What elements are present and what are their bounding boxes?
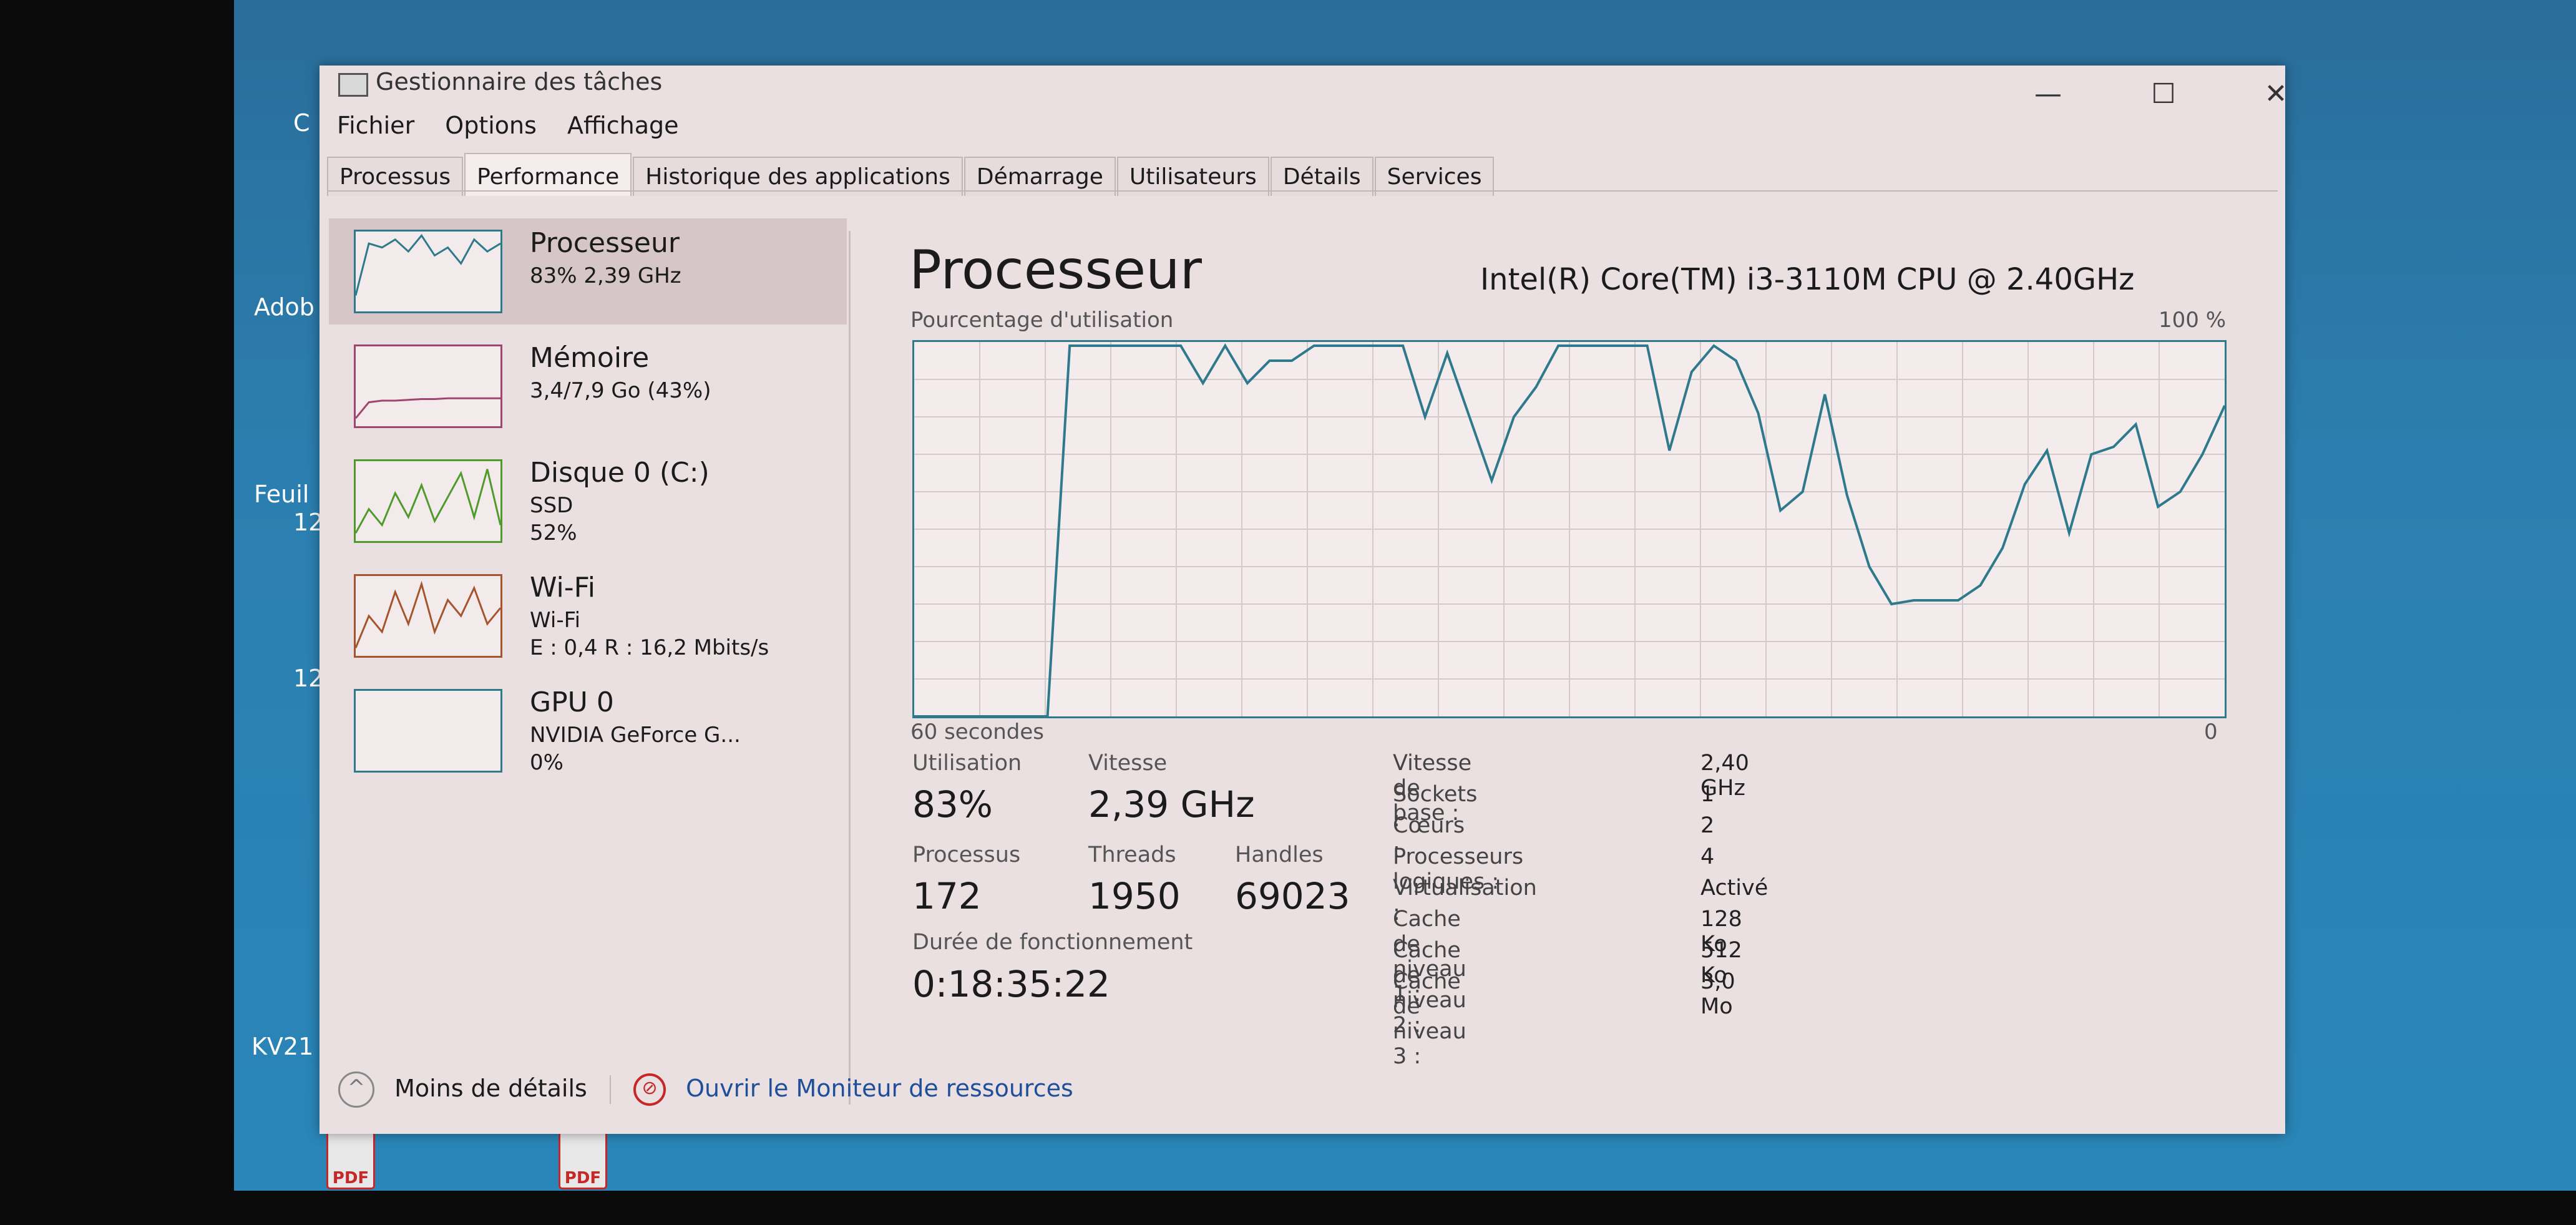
sidebar-splitter[interactable] — [849, 231, 851, 1105]
chart-title: Pourcentage d'utilisation — [910, 308, 1174, 333]
cpu-sparkline — [354, 230, 502, 313]
sparkline-trace — [356, 580, 500, 648]
sidebar-item-cpu[interactable]: Processeur 83% 2,39 GHz — [329, 218, 847, 325]
sparkline-trace — [356, 469, 500, 534]
sparkline-trace — [356, 397, 500, 419]
maximize-button[interactable]: ☐ — [2142, 78, 2185, 110]
sidebar-item-title: GPU 0 — [530, 686, 614, 718]
pdf-label: PDF — [564, 1169, 602, 1188]
sidebar-item-memory[interactable]: Mémoire 3,4/7,9 Go (43%) — [329, 333, 847, 439]
sidebar-item-title: Mémoire — [530, 342, 650, 374]
threads-value: 1950 — [1088, 875, 1181, 917]
cpu-model-name: Intel(R) Core(TM) i3-3110M CPU @ 2.40GHz — [1480, 262, 2135, 297]
resource-sidebar: Processeur 83% 2,39 GHz Mémoire 3,4/7,9 … — [329, 218, 847, 793]
footer-divider — [609, 1075, 611, 1104]
sidebar-item-detail: SSD — [530, 493, 573, 518]
utilisation-value: 83% — [912, 783, 993, 826]
menu-options[interactable]: Options — [445, 112, 537, 139]
uptime-label: Durée de fonctionnement — [912, 930, 1193, 955]
sidebar-item-detail: 3,4/7,9 Go (43%) — [530, 378, 711, 403]
vitesse-label: Vitesse — [1088, 751, 1168, 776]
pdf-file-icon[interactable]: PDF — [559, 1130, 607, 1189]
disk-sparkline — [354, 459, 502, 543]
sidebar-item-title: Wi-Fi — [530, 572, 595, 603]
sidebar-item-detail: 83% 2,39 GHz — [530, 263, 681, 288]
menu-view[interactable]: Affichage — [567, 112, 679, 139]
sidebar-item-detail: E : 0,4 R : 16,2 Mbits/s — [530, 635, 769, 660]
title-bar[interactable]: Gestionnaire des tâches — ☐ ✕ — [320, 66, 2287, 110]
window-title: Gestionnaire des tâches — [376, 68, 663, 95]
sidebar-item-detail: Wi-Fi — [530, 608, 581, 633]
menu-file[interactable]: Fichier — [337, 112, 414, 139]
tab-performance[interactable]: Performance — [464, 153, 632, 196]
tab-bar: Processus Performance Historique des appli… — [327, 153, 1495, 196]
sparkline-trace — [356, 233, 500, 296]
desktop-icon-label[interactable]: Feuil — [254, 481, 309, 508]
chart-max-label: 100 % — [2158, 308, 2226, 333]
handles-value: 69023 — [1235, 875, 1350, 917]
sidebar-item-disk[interactable]: Disque 0 (C:) SSD 52% — [329, 448, 847, 554]
chart-time-span: 60 secondes — [910, 720, 1044, 744]
uptime-value: 0:18:35:22 — [912, 963, 1110, 1005]
sidebar-item-title: Processeur — [530, 227, 680, 259]
property-value: 1 — [1700, 782, 1715, 807]
property-value: 4 — [1700, 844, 1715, 869]
minimize-button[interactable]: — — [2026, 78, 2070, 110]
resource-monitor-link[interactable]: Ouvrir le Moniteur de ressources — [686, 1075, 1073, 1102]
sidebar-item-detail: 0% — [530, 750, 564, 775]
pdf-label: PDF — [332, 1169, 369, 1188]
task-manager-icon — [338, 73, 368, 97]
sidebar-item-detail: 52% — [530, 520, 577, 545]
tab-divider — [327, 190, 2278, 192]
utilisation-label: Utilisation — [912, 751, 1022, 776]
close-button[interactable]: ✕ — [2254, 78, 2298, 110]
memory-sparkline — [354, 344, 502, 428]
sidebar-item-gpu[interactable]: GPU 0 NVIDIA GeForce G... 0% — [329, 678, 847, 784]
less-details-link[interactable]: Moins de détails — [394, 1075, 587, 1102]
vitesse-value: 2,39 GHz — [1088, 783, 1255, 826]
desktop-icon-label[interactable]: KV21 — [251, 1033, 313, 1060]
property-value: 2 — [1700, 813, 1715, 838]
sidebar-item-wifi[interactable]: Wi-Fi Wi-Fi E : 0,4 R : 16,2 Mbits/s — [329, 563, 847, 669]
page-title: Processeur — [909, 239, 1203, 301]
sidebar-item-title: Disque 0 (C:) — [530, 457, 710, 489]
processus-value: 172 — [912, 875, 982, 917]
resource-monitor-icon[interactable]: ⊘ — [633, 1073, 666, 1106]
threads-label: Threads — [1088, 842, 1176, 867]
footer-bar: ^ Moins de détails ⊘ Ouvrir le Moniteur … — [338, 1071, 1073, 1109]
wifi-sparkline — [354, 574, 502, 658]
sidebar-item-detail: NVIDIA GeForce G... — [530, 723, 741, 748]
chart-min-label: 0 — [2204, 720, 2218, 744]
gpu-sparkline — [354, 689, 502, 773]
desktop-icon-label[interactable]: Adob — [254, 293, 315, 321]
cpu-usage-chart — [912, 340, 2227, 718]
desktop-icon-label[interactable]: C — [293, 109, 310, 137]
handles-label: Handles — [1235, 842, 1324, 867]
property-value: Activé — [1700, 876, 1769, 900]
property-value: 3,0 Mo — [1700, 969, 1735, 1019]
menu-bar: Fichier Options Affichage — [337, 112, 706, 143]
chevron-up-icon[interactable]: ^ — [338, 1071, 374, 1108]
task-manager-window: Gestionnaire des tâches — ☐ ✕ Fichier Op… — [320, 66, 2287, 1134]
pdf-file-icon[interactable]: PDF — [326, 1130, 375, 1189]
processus-label: Processus — [912, 842, 1021, 867]
property-key: Cache de niveau 3 : — [1393, 969, 1466, 1069]
